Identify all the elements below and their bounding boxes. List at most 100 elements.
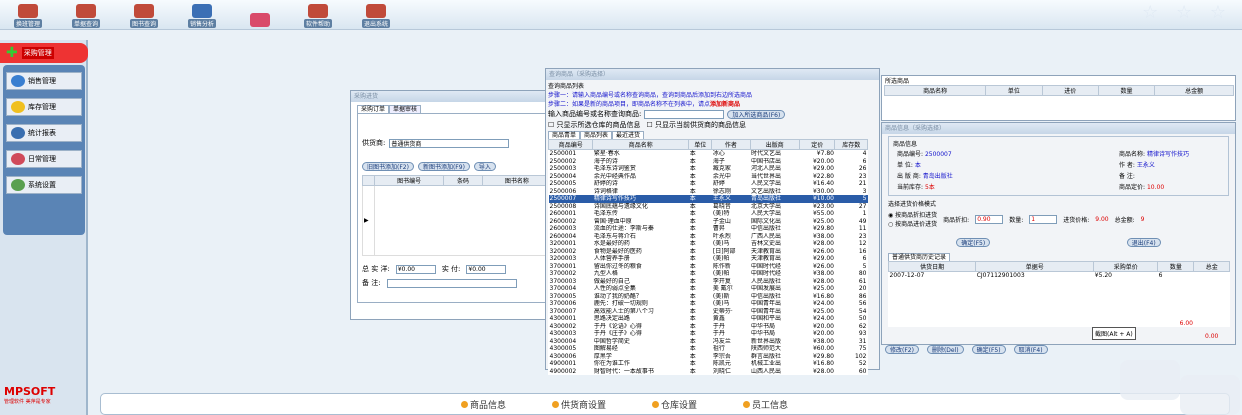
discount-input[interactable] [975, 214, 1004, 224]
amount-value: 9 [1140, 215, 1145, 223]
table-row[interactable]: 2500004 余光中经典作品 本 余光中 当代世界出 ¥22.80 23 [549, 173, 868, 181]
sidebar-header-purchase[interactable]: ✚ 采购管理 [0, 43, 88, 63]
table-row[interactable]: 4300006 厚黑学 本 李宗吾 群言出版社 ¥29.80 102 [549, 353, 868, 361]
table-row[interactable]: 2500005 舒婷的诗 本 舒婷 人民文学出 ¥16.40 21 [549, 180, 868, 188]
sales-analysis-button[interactable]: 销售分析 [180, 2, 224, 28]
table-row[interactable]: 2600001 毛泽东传 本 (美)特 人民大学出 ¥55.00 1 [549, 210, 868, 218]
tab-recent-purchase[interactable]: 最近进货 [612, 131, 645, 139]
qty-input[interactable] [1029, 214, 1058, 224]
sidebar-item-0[interactable]: 销售管理 [6, 72, 82, 90]
bottom-action-button[interactable]: 确定(F5) [971, 345, 1006, 354]
book-query-button[interactable]: 图书查询 [122, 2, 166, 28]
sidebar-item-2[interactable]: 统计报表 [6, 124, 82, 142]
sidebar: ✚ 采购管理 销售管理库存管理统计报表日常管理系统设置 [0, 40, 88, 415]
supplier-input[interactable] [389, 138, 510, 148]
table-row[interactable]: 2500001 繁星·春水 本 冰心 时代文艺出 ¥7.80 4 [549, 150, 868, 158]
table-row[interactable]: 3700007 高效能人士的第八个习 本 史蒂芬· 中国青年出 ¥25.00 54 [549, 308, 868, 316]
note-label: 备 注: [362, 279, 381, 287]
sidebar-item-1[interactable]: 库存管理 [6, 98, 82, 116]
add-selected-button[interactable]: 加入所选商品(F6) [727, 109, 786, 119]
table-cell: 本 [689, 352, 696, 360]
tab-product-list[interactable]: 商品青单 [548, 131, 581, 139]
tab-purchase-order[interactable]: 采购订单 [357, 105, 390, 113]
history-row[interactable]: 2007-12-07 CJ07112901003 ¥5.20 6 [889, 272, 1230, 280]
table-cell: 冰心 [712, 150, 725, 157]
selected-col-header: 进价 [1041, 85, 1099, 96]
table-row[interactable]: 4300005 图解易经 本 祖行 陕西师范大 ¥60.00 75 [549, 345, 868, 353]
help-button[interactable]: 软件帮助 [296, 2, 340, 28]
table-row[interactable]: 4300002 于丹《论语》心得 本 于丹 中华书局 ¥20.00 62 [549, 323, 868, 331]
table-row[interactable]: 3200001 水是最好的药 本 (美)马 吉林文史出 ¥28.00 12 [549, 240, 868, 248]
table-row[interactable]: 2600003 流血的仕途：李斯与秦 本 曹昇 中信出版社 ¥29.80 11 [549, 225, 868, 233]
table-row[interactable]: 4300004 中国哲学简史 本 冯友兰 新世界出版 ¥38.00 31 [549, 338, 868, 346]
table-row[interactable]: 2500008 诗国底蕴与遗缘文化 本 葛晓音 北京大学出 ¥23.00 27 [549, 203, 868, 211]
mode-cost-label: 按商品进价进货 [895, 221, 938, 228]
filter-supplier-checkbox[interactable]: ☐ 只显示当前供货商的商品信息 [647, 120, 747, 130]
filter-warehouse-checkbox[interactable]: ☐ 只显示所选仓库的商品信息 [548, 120, 641, 130]
table-row[interactable]: 2500002 海子的诗 本 海子 中国书店出 ¥20.00 6 [549, 158, 868, 166]
note-input[interactable] [386, 278, 517, 288]
document-query-button[interactable]: 单据查询 [64, 2, 108, 28]
search-label: 输入商品编号或名称查询商品: [548, 110, 642, 118]
history-tab[interactable]: 普通供货商历史记录 [888, 253, 951, 261]
total-input[interactable] [395, 264, 436, 274]
table-row[interactable]: 2600002 曾国·理血中原 本 子金山 国际文化出 ¥25.00 49 [549, 218, 868, 226]
table-row[interactable]: 4300003 于丹《庄子》心得 本 于丹 中华书局 ¥20.00 93 [549, 330, 868, 338]
bottom-nav-item[interactable]: 员工信息 [743, 398, 788, 411]
history-table[interactable]: 供货日期 单据号 采购单价 数量 总金 2007-12-07 CJ07112901003 ¥… [887, 261, 1230, 327]
tab-product-table[interactable]: 商品列表 [580, 131, 613, 139]
table-cell: 群言出版社 [751, 352, 782, 360]
table-row[interactable]: 3200003 人体营养手册 本 (美)帕 天津教育出 ¥29.00 6 [549, 255, 868, 263]
mode-discount-radio[interactable]: ◉ 按商品折扣进货 [888, 210, 937, 219]
bottom-nav-item[interactable]: 供货商设置 [552, 398, 606, 411]
new-book-add-button[interactable]: 新图书添加(F9) [417, 162, 470, 171]
table-row[interactable]: 4900001 你在为谁工作 本 陈凯元 机械工业出 ¥16.80 52 [549, 360, 868, 368]
bottom-action-button[interactable]: 删除(Del) [926, 345, 964, 354]
exit-button[interactable]: 退出系统 [354, 2, 398, 28]
table-row[interactable]: 4300001 思路决定出路 本 黄鑫 中国和平出 ¥24.00 50 [549, 315, 868, 323]
table-row[interactable]: 2500006 诗词格律 本 徐志刚 文艺出版社 ¥30.00 3 [549, 188, 868, 196]
table-row[interactable]: 3700004 人性的弱点全集 本 美 戴尔 中国发展出 ¥25.00 20 [549, 285, 868, 293]
table-row[interactable]: 2500003 毛泽东诗词鉴赏 本 臧克家 河北人民出 ¥29.00 26 [549, 165, 868, 173]
mail-button[interactable] [238, 2, 282, 28]
table-row[interactable]: 3200002 食物是最好的医药 本 [日]阿部 天津教育出 ¥26.00 16 [549, 248, 868, 256]
table-row[interactable]: 3700001 留出你过冬的粮食 本 陈作新 中国时代经 ¥26.00 5 [549, 263, 868, 271]
paid-input[interactable] [466, 264, 507, 274]
sidebar-item-label: 统计报表 [28, 129, 56, 137]
product-table[interactable]: 商品编号 商品名称 单位 作者 出版商 定价 库存数 2500001 繁星·春水本 冰心 时代文艺… [547, 139, 868, 376]
tab-audit[interactable]: 单据审核 [389, 105, 422, 113]
table-cell: ¥16.80 [812, 360, 834, 367]
price-label: 商品定价: [1119, 184, 1146, 191]
table-row[interactable]: 4900002 财智时代：一本故事书 本 刘晓仁 山西人民出 ¥28.00 60 [549, 368, 868, 376]
swap-shift-button[interactable]: 换班管理 [6, 2, 50, 28]
table-cell: 人民大学出 [751, 210, 782, 217]
bottom-nav-item[interactable]: 商品信息 [461, 398, 506, 411]
bottom-nav-item[interactable]: 仓库设置 [652, 398, 697, 411]
table-row[interactable]: 3700005 谁动了我的奶酪？ 本 (美)斯 中信出版社 ¥16.80 86 [549, 293, 868, 301]
table-row[interactable]: 2600004 毛泽东与蒋介石 本 叶永烈 广西人民出 ¥38.00 23 [549, 233, 868, 241]
bottom-action-button[interactable]: 修改(F2) [885, 345, 919, 354]
table-cell: 毛泽东诗词鉴赏 [593, 165, 636, 172]
mode-cost-radio[interactable]: ○ 按商品进价进货 [888, 219, 937, 228]
old-book-add-button[interactable]: 旧图书添加(F2) [362, 162, 414, 171]
product-info-group: 商品信息 商品编号: 2500007 单 位: 本 出 版 商: 青岛出版社 当… [888, 136, 1229, 196]
table-row[interactable]: 3700002 九型人格 本 (美)帕 中国时代经 ¥38.00 80 [549, 270, 868, 278]
info-exit-button[interactable]: 退出(F4) [1126, 238, 1161, 247]
purchase-table[interactable]: 图书编号 条码 图书名称 ▶ [362, 175, 553, 256]
table-row[interactable]: 3700003 做最好的自己 本 李开复 人民出版社 ¥28.00 61 [549, 278, 868, 286]
table-cell: 时代文艺出 [751, 150, 782, 157]
discount-label: 商品折扣: [943, 216, 970, 224]
add-new-product-link[interactable]: 添加新商品 [710, 101, 740, 108]
table-cell: 葛晓音 [712, 202, 731, 210]
search-input[interactable] [644, 109, 725, 119]
selected-products-table[interactable]: 商品名称 单位 进价 数量 总金额 [883, 85, 1234, 96]
info-ok-button[interactable]: 确定(F5) [956, 238, 991, 247]
sidebar-item-4[interactable]: 系统设置 [6, 176, 82, 194]
sidebar-item-3[interactable]: 日常管理 [6, 150, 82, 168]
code-value: 2500007 [924, 151, 952, 158]
table-row[interactable]: 2500007 精律诗写作技巧本王永义 青岛出版社 ¥10.00 5 [548, 195, 868, 203]
sidebar-item-label: 库存管理 [28, 103, 56, 111]
import-button[interactable]: 导入 [473, 162, 496, 171]
table-row[interactable]: 3700006 鹿先：打破一切规则 本 (美)马 中国青年出 ¥24.00 56 [549, 300, 868, 308]
bottom-action-button[interactable]: 取消(F4) [1013, 345, 1048, 354]
